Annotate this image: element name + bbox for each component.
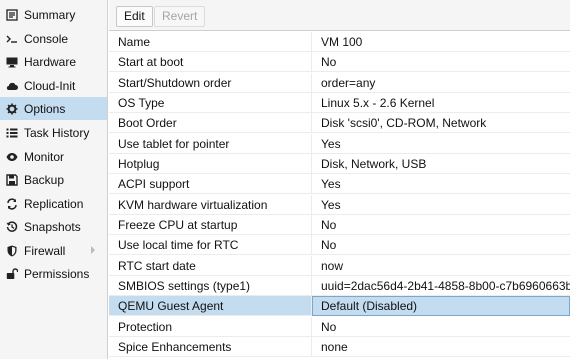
sidebar-item-permissions[interactable]: Permissions xyxy=(0,262,107,285)
table-row[interactable]: RTC start date now xyxy=(109,256,570,276)
sidebar-item-label: Replication xyxy=(24,196,84,211)
table-row[interactable]: OS Type Linux 5.x - 2.6 Kernel xyxy=(109,93,570,113)
sidebar-item-label: Snapshots xyxy=(24,219,81,234)
monitor-hardware-icon xyxy=(6,56,18,68)
table-row[interactable]: Start at boot No xyxy=(109,52,570,72)
option-value: Disk, Network, USB xyxy=(321,157,427,171)
option-key: QEMU Guest Agent xyxy=(109,296,312,316)
sidebar-item-task-history[interactable]: Task History xyxy=(0,121,107,144)
table-row[interactable]: Protection No xyxy=(109,317,570,337)
shield-icon xyxy=(6,245,18,257)
option-key: KVM hardware virtualization xyxy=(109,195,312,215)
table-row[interactable]: Start/Shutdown order order=any xyxy=(109,73,570,93)
sidebar-item-summary[interactable]: Summary xyxy=(0,3,107,26)
table-row[interactable]: Use tablet for pointer Yes xyxy=(109,134,570,154)
option-key: ACPI support xyxy=(109,174,312,194)
summary-icon xyxy=(6,8,18,21)
sidebar-item-replication[interactable]: Replication xyxy=(0,192,107,215)
history-icon xyxy=(6,220,18,233)
sidebar-item-label: Task History xyxy=(24,125,90,140)
option-value: order=any xyxy=(321,76,376,90)
table-row[interactable]: Name VM 100 xyxy=(109,32,570,52)
replication-icon xyxy=(6,197,18,210)
option-key: Start at boot xyxy=(109,52,312,72)
option-value: No xyxy=(321,238,337,252)
table-row[interactable]: Freeze CPU at startup No xyxy=(109,215,570,235)
edit-button[interactable]: Edit xyxy=(116,6,153,27)
eye-icon xyxy=(6,151,18,163)
option-value: Yes xyxy=(321,137,341,151)
option-value: now xyxy=(321,259,344,273)
option-value: Disk 'scsi0', CD-ROM, Network xyxy=(321,116,487,130)
option-value: Yes xyxy=(321,177,341,191)
table-row[interactable]: Hotplug Disk, Network, USB xyxy=(109,154,570,174)
option-key: RTC start date xyxy=(109,256,312,276)
sidebar-item-label: Options xyxy=(24,101,66,116)
table-row[interactable]: Spice Enhancements none xyxy=(109,337,570,357)
option-value: No xyxy=(321,320,337,334)
option-key: OS Type xyxy=(109,93,312,113)
gear-icon xyxy=(6,103,18,115)
option-value: No xyxy=(321,55,337,69)
sidebar-item-backup[interactable]: Backup xyxy=(0,168,107,191)
option-value: uuid=2dac56d4-2b41-4858-8b00-c7b6960663b… xyxy=(321,279,570,293)
option-value: Linux 5.x - 2.6 Kernel xyxy=(321,96,435,110)
sidebar-item-firewall[interactable]: Firewall xyxy=(0,239,107,262)
sidebar-item-label: Console xyxy=(24,31,69,46)
option-key: Start/Shutdown order xyxy=(109,73,312,93)
option-key: Protection xyxy=(109,317,312,337)
option-key: Use local time for RTC xyxy=(109,235,312,255)
sidebar-item-cloud-init[interactable]: Cloud-Init xyxy=(0,74,107,97)
sidebar-item-label: Permissions xyxy=(24,266,90,281)
option-value: VM 100 xyxy=(321,35,363,49)
revert-button[interactable]: Revert xyxy=(154,6,206,27)
option-key: Hotplug xyxy=(109,154,312,174)
sidebar-item-label: Backup xyxy=(24,172,65,187)
table-row[interactable]: ACPI support Yes xyxy=(109,174,570,194)
sidebar-item-label: Monitor xyxy=(24,149,65,164)
cloud-icon xyxy=(6,80,18,92)
option-value: none xyxy=(321,340,348,354)
option-key: Boot Order xyxy=(109,113,312,133)
floppy-icon xyxy=(6,173,18,186)
table-row[interactable]: SMBIOS settings (type1) uuid=2dac56d4-2b… xyxy=(109,276,570,296)
option-value: Default (Disabled) xyxy=(312,296,570,316)
sidebar-item-hardware[interactable]: Hardware xyxy=(0,50,107,73)
option-key: Name xyxy=(109,32,312,52)
sidebar-item-snapshots[interactable]: Snapshots xyxy=(0,215,107,238)
sidebar-item-options[interactable]: Options xyxy=(0,97,107,120)
sidebar-nav: Summary Console Hardware Cloud-Init Opti… xyxy=(0,0,108,359)
chevron-right-icon xyxy=(91,246,95,254)
sidebar-item-monitor[interactable]: Monitor xyxy=(0,145,107,168)
table-row[interactable]: Use local time for RTC No xyxy=(109,235,570,255)
sidebar-item-console[interactable]: Console xyxy=(0,27,107,50)
sidebar-item-label: Cloud-Init xyxy=(24,78,76,93)
table-row[interactable]: KVM hardware virtualization Yes xyxy=(109,195,570,215)
toolbar: Edit Revert xyxy=(109,0,570,31)
sidebar-item-label: Summary xyxy=(24,7,76,22)
option-key: Spice Enhancements xyxy=(109,337,312,357)
option-key: Use tablet for pointer xyxy=(109,134,312,154)
option-key: SMBIOS settings (type1) xyxy=(109,276,312,296)
sidebar-item-label: Hardware xyxy=(24,54,77,69)
options-grid: Name VM 100 Start at boot No Start/Shutd… xyxy=(109,32,570,359)
option-value: Yes xyxy=(321,198,341,212)
unlock-icon xyxy=(6,267,18,280)
option-value: No xyxy=(321,218,337,232)
table-row[interactable]: Boot Order Disk 'scsi0', CD-ROM, Network xyxy=(109,113,570,133)
option-key: Freeze CPU at startup xyxy=(109,215,312,235)
sidebar-item-label: Firewall xyxy=(24,243,66,258)
table-row[interactable]: QEMU Guest Agent Default (Disabled) xyxy=(109,296,570,316)
list-icon xyxy=(6,127,18,139)
console-icon xyxy=(6,33,18,45)
